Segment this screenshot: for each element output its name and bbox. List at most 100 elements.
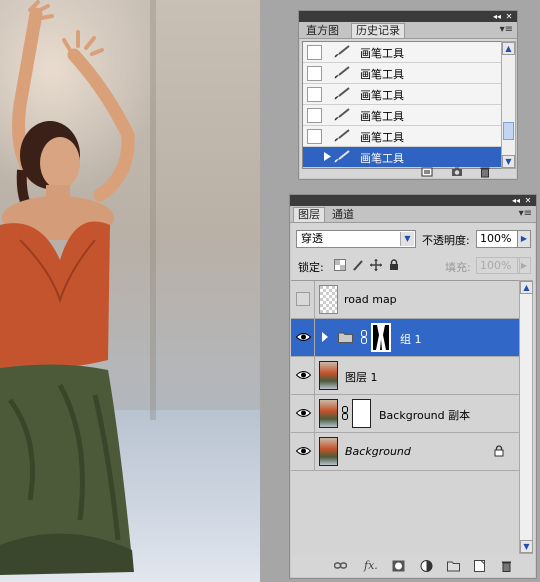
close-icon[interactable]: ✕ [503,11,515,22]
panel-menu-icon[interactable]: ▾≡ [519,208,532,219]
link-layers-icon[interactable] [334,560,347,572]
brush-tool-icon [334,66,350,79]
scroll-down-icon[interactable]: ▼ [520,540,533,553]
history-scrollbar[interactable]: ▲ ▼ [501,41,516,169]
history-state[interactable]: 画笔工具 [303,63,501,84]
eye-icon[interactable] [296,370,311,380]
mask-figure-icon [376,325,386,350]
layer-name: road map [344,293,397,306]
opacity-field[interactable]: 100% [476,230,520,248]
new-layer-icon[interactable] [473,560,486,572]
visibility-cell[interactable] [291,357,315,394]
new-group-icon[interactable] [447,560,460,572]
delete-layer-icon[interactable] [500,560,513,572]
group-mask-thumbnail[interactable] [371,323,391,352]
visibility-toggle-off[interactable] [296,292,310,306]
brush-tool-icon [334,87,350,100]
layer-row-selected[interactable]: 组 1 [291,319,519,357]
fill-slider-button[interactable]: ▶ [517,257,531,274]
opacity-slider-button[interactable]: ▶ [517,230,531,248]
history-source-checkbox[interactable] [307,108,322,123]
brush-tool-icon [334,129,350,142]
layer-name: Background [345,445,411,458]
new-document-from-state-icon[interactable] [421,166,433,178]
visibility-cell[interactable] [291,319,315,356]
scroll-up-icon[interactable]: ▲ [520,281,533,294]
history-state-label: 画笔工具 [360,47,404,60]
panel-menu-icon[interactable]: ▾≡ [500,24,513,35]
scroll-up-icon[interactable]: ▲ [502,42,515,55]
history-titlebar[interactable]: ◂◂ ✕ [299,11,517,22]
layer-mask-thumbnail[interactable] [352,399,371,428]
tab-histogram[interactable]: 直方图 [302,24,343,38]
history-state[interactable]: 画笔工具 [303,84,501,105]
eye-icon[interactable] [296,332,311,342]
close-icon[interactable]: ✕ [522,195,534,206]
layer-row[interactable]: Background [291,433,519,471]
layer-row[interactable]: Background 副本 [291,395,519,433]
blend-mode-value: 穿透 [301,232,323,245]
layers-panel: ◂◂ ✕ 图层 通道 ▾≡ 穿透 ▼ 不透明度: 100% ▶ 锁定: 填充: … [289,194,537,579]
history-state-label: 画笔工具 [360,89,404,102]
lock-label: 锁定: [298,261,324,274]
layer-style-fx-icon[interactable]: fx. [364,560,378,572]
history-source-checkbox[interactable] [307,87,322,102]
fill-label: 填充: [445,261,471,274]
history-state[interactable]: 画笔工具 [303,42,501,63]
scroll-thumb[interactable] [503,122,514,140]
opacity-label: 不透明度: [422,234,470,247]
history-source-checkbox[interactable] [307,150,320,163]
history-state-label: 画笔工具 [360,68,404,81]
lock-image-pixels-icon[interactable] [352,259,364,271]
dancer-figure [0,0,135,575]
chevron-down-icon[interactable]: ▼ [400,232,414,246]
lock-position-icon[interactable] [370,259,382,271]
lock-icon [494,445,504,457]
brush-tool-icon [334,45,350,58]
layer-name: Background 副本 [379,409,471,422]
snapshot-camera-icon[interactable] [451,166,463,178]
history-state-label: 画笔工具 [360,131,404,144]
visibility-cell[interactable] [291,433,315,470]
blend-mode-select[interactable]: 穿透 ▼ [296,230,416,248]
history-source-checkbox[interactable] [307,129,322,144]
layers-list: road map 组 1 图层 1 Background 副本 Backgrou… [291,280,519,555]
history-source-checkbox[interactable] [307,66,322,81]
history-state[interactable]: 画笔工具 [303,105,501,126]
visibility-cell[interactable] [291,395,315,432]
history-brush-source-icon [324,152,331,161]
adjustment-layer-icon[interactable] [420,560,433,572]
layer-row[interactable]: 图层 1 [291,357,519,395]
history-state[interactable]: 画笔工具 [303,126,501,147]
eye-icon[interactable] [296,446,311,456]
expand-triangle-icon[interactable] [321,332,329,342]
eye-icon[interactable] [296,408,311,418]
tab-channels[interactable]: 通道 [328,208,358,222]
mask-link-icon[interactable] [342,406,348,420]
visibility-cell[interactable] [291,281,315,318]
history-tabbar: 直方图 历史记录 ▾≡ [299,22,517,39]
collapse-icon[interactable]: ◂◂ [510,195,522,206]
history-state-label: 画笔工具 [360,110,404,123]
history-panel: ◂◂ ✕ 直方图 历史记录 ▾≡ 画笔工具 画笔工具 画笔工具 画笔工具 画笔工… [298,10,518,180]
canvas-photo[interactable] [0,0,260,582]
mask-link-icon[interactable] [361,330,367,344]
collapse-icon[interactable]: ◂◂ [491,11,503,22]
fill-field[interactable]: 100% [476,257,520,274]
add-mask-icon[interactable] [392,560,405,572]
history-source-checkbox[interactable] [307,45,322,60]
layers-titlebar[interactable]: ◂◂ ✕ [290,195,536,206]
history-state-list: 画笔工具 画笔工具 画笔工具 画笔工具 画笔工具 画笔工具 [302,41,502,169]
layer-thumbnail [319,437,338,466]
tab-history[interactable]: 历史记录 [351,23,405,38]
layer-name: 图层 1 [345,371,378,384]
lock-all-icon[interactable] [388,259,400,271]
layers-scrollbar[interactable]: ▲ ▼ [519,280,533,554]
layer-row[interactable]: road map [291,281,519,319]
tab-layers[interactable]: 图层 [293,207,325,222]
layer-thumbnail [319,285,338,314]
lock-transparent-pixels-icon[interactable] [334,259,346,271]
trash-icon[interactable] [479,166,491,178]
brush-tool-icon [334,108,350,121]
layer-thumbnail [319,399,338,428]
